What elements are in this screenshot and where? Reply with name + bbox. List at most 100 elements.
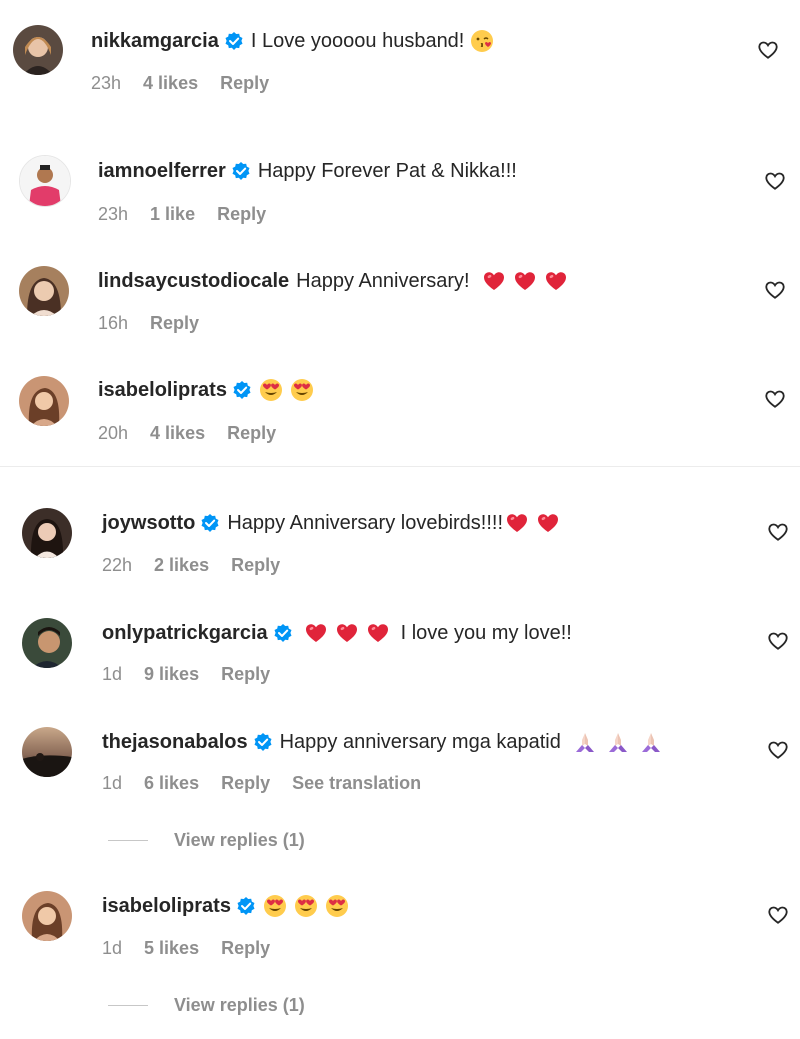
comment-header: thejasonabalos Happy anniversary mga kap… [102, 729, 670, 755]
username[interactable]: thejasonabalos [102, 729, 248, 755]
reply-button[interactable]: Reply [217, 204, 266, 224]
heart-outline-icon[interactable] [757, 39, 779, 61]
red-heart-emoji-icon [513, 269, 537, 293]
likes-count[interactable]: 6 likes [144, 773, 199, 793]
timestamp[interactable]: 16h [98, 313, 128, 333]
comment-header: onlypatrickgarcia I love you my love!! [102, 620, 572, 646]
avatar[interactable] [13, 25, 63, 75]
username[interactable]: isabeloliprats [98, 377, 227, 403]
avatar[interactable] [22, 727, 72, 777]
reply-button[interactable]: Reply [221, 938, 270, 958]
username[interactable]: iamnoelferrer [98, 158, 226, 184]
reply-button[interactable]: Reply [227, 423, 276, 443]
comment-text: Happy Anniversary! [296, 270, 470, 292]
likes-count[interactable]: 9 likes [144, 664, 199, 684]
avatar[interactable] [19, 266, 69, 316]
heart-outline-icon[interactable] [767, 521, 789, 543]
timestamp[interactable]: 23h [98, 204, 128, 224]
verified-badge-icon [224, 31, 244, 51]
timestamp[interactable]: 22h [102, 555, 132, 575]
emoji-group [304, 621, 397, 645]
avatar[interactable] [22, 508, 72, 558]
reply-thread-line [108, 840, 148, 841]
avatar[interactable] [19, 376, 69, 426]
likes-count[interactable]: 2 likes [154, 555, 209, 575]
reply-button[interactable]: Reply [231, 555, 280, 575]
verified-badge-icon [231, 161, 251, 181]
red-heart-emoji-icon [482, 269, 506, 293]
timestamp[interactable]: 20h [98, 423, 128, 443]
view-replies-button[interactable]: View replies (1) [108, 995, 305, 1016]
timestamp[interactable]: 1d [102, 664, 122, 684]
heart-eyes-emoji-icon [325, 894, 349, 918]
divider [0, 466, 800, 467]
comment-meta: 16h Reply [98, 312, 221, 334]
timestamp[interactable]: 1d [102, 773, 122, 793]
praying-hands-emoji-icon [606, 730, 630, 754]
verified-badge-icon [236, 896, 256, 916]
comment-text: Happy Anniversary lovebirds!!!! [227, 512, 504, 534]
emoji-group [263, 894, 356, 918]
comment-text: I Love yoooou husband! [250, 30, 465, 52]
emoji-group [505, 511, 567, 535]
view-replies-button[interactable]: View replies (1) [108, 830, 305, 851]
emoji-group [470, 29, 501, 53]
comment-header: isabeloliprats [102, 893, 356, 919]
comment-meta: 23h 1 like Reply [98, 203, 288, 225]
red-heart-emoji-icon [304, 621, 328, 645]
heart-eyes-emoji-icon [263, 894, 287, 918]
avatar[interactable] [19, 155, 71, 207]
emoji-group [259, 378, 321, 402]
timestamp[interactable]: 1d [102, 938, 122, 958]
emoji-group [482, 269, 575, 293]
heart-eyes-emoji-icon [290, 378, 314, 402]
heart-outline-icon[interactable] [767, 630, 789, 652]
comment-meta: 23h 4 likes Reply [91, 72, 291, 94]
avatar[interactable] [22, 891, 72, 941]
red-heart-emoji-icon [335, 621, 359, 645]
username[interactable]: onlypatrickgarcia [102, 620, 268, 646]
praying-hands-emoji-icon [573, 730, 597, 754]
reply-button[interactable]: Reply [150, 313, 199, 333]
reply-button[interactable]: Reply [221, 773, 270, 793]
comment-text: I love you my love!! [400, 622, 572, 644]
heart-eyes-emoji-icon [259, 378, 283, 402]
username[interactable]: isabeloliprats [102, 893, 231, 919]
see-translation-button[interactable]: See translation [292, 773, 421, 793]
comment-header: nikkamgarcia I Love yoooou husband! [91, 28, 501, 54]
timestamp[interactable]: 23h [91, 73, 121, 93]
username[interactable]: joywsotto [102, 510, 195, 536]
username[interactable]: nikkamgarcia [91, 28, 219, 54]
heart-outline-icon[interactable] [764, 388, 786, 410]
verified-badge-icon [200, 513, 220, 533]
likes-count[interactable]: 1 like [150, 204, 195, 224]
comment-meta: 1d 9 likes Reply [102, 663, 292, 685]
comment-text: Happy Forever Pat & Nikka!!! [257, 160, 517, 182]
comment-meta: 20h 4 likes Reply [98, 422, 298, 444]
verified-badge-icon [253, 732, 273, 752]
comment-header: lindsaycustodiocale Happy Anniversary! [98, 268, 575, 294]
verified-badge-icon [273, 623, 293, 643]
username[interactable]: lindsaycustodiocale [98, 268, 289, 294]
reply-thread-line [108, 1005, 148, 1006]
comment-meta: 1d 5 likes Reply [102, 937, 292, 959]
red-heart-emoji-icon [505, 511, 529, 535]
heart-outline-icon[interactable] [767, 904, 789, 926]
praying-hands-emoji-icon [639, 730, 663, 754]
red-heart-emoji-icon [366, 621, 390, 645]
comment-header: isabeloliprats [98, 377, 321, 403]
comment-text: Happy anniversary mga kapatid [279, 731, 561, 753]
heart-eyes-emoji-icon [294, 894, 318, 918]
comment-header: joywsotto Happy Anniversary lovebirds!!!… [102, 510, 567, 536]
avatar[interactable] [22, 618, 72, 668]
heart-outline-icon[interactable] [764, 170, 786, 192]
likes-count[interactable]: 5 likes [144, 938, 199, 958]
comment-header: iamnoelferrer Happy Forever Pat & Nikka!… [98, 158, 517, 184]
heart-outline-icon[interactable] [767, 739, 789, 761]
likes-count[interactable]: 4 likes [143, 73, 198, 93]
emoji-group [573, 730, 670, 754]
likes-count[interactable]: 4 likes [150, 423, 205, 443]
heart-outline-icon[interactable] [764, 279, 786, 301]
reply-button[interactable]: Reply [221, 664, 270, 684]
reply-button[interactable]: Reply [220, 73, 269, 93]
